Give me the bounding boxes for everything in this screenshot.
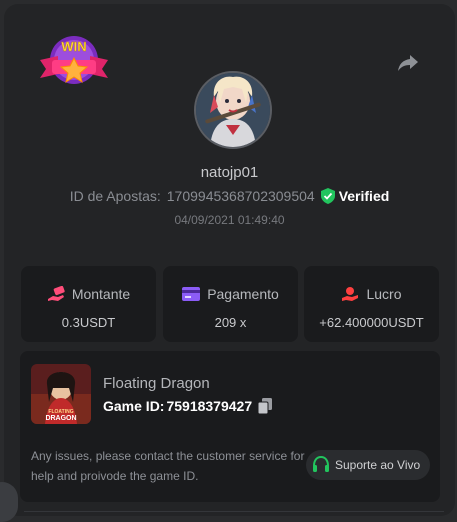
avatar — [194, 71, 272, 149]
verified-label: Verified — [338, 188, 390, 204]
card-icon — [182, 287, 201, 301]
support-label: Suporte ao Vivo — [335, 458, 421, 472]
thumb-subtitle: DRAGON — [45, 415, 76, 422]
share-button[interactable] — [396, 50, 422, 76]
stat-value: 0.3USDT — [61, 315, 116, 330]
game-thumbnail[interactable]: FLOATING DRAGON — [31, 364, 91, 424]
copy-button[interactable] — [258, 398, 273, 414]
stat-label: Lucro — [366, 286, 402, 302]
timestamp: 04/09/2021 01:49:40 — [174, 213, 285, 227]
money-hand-icon — [47, 286, 65, 301]
game-id-label: Game ID: — [103, 398, 165, 414]
profit-hand-icon — [342, 287, 359, 301]
verified-badge: Verified — [320, 188, 390, 204]
stat-card-lucro: Lucro +62.400000USDT — [304, 266, 439, 342]
game-name: Floating Dragon — [103, 375, 210, 392]
share-icon — [398, 55, 418, 71]
bet-details-panel: WIN natojp01 ID de Apostas: 170994536870… — [4, 4, 455, 516]
win-badge-text: WIN — [61, 39, 86, 54]
stat-label: Montante — [71, 286, 131, 302]
game-id-row: Game ID: 75918379427 — [103, 398, 273, 414]
live-support-button[interactable]: Suporte ao Vivo — [306, 450, 431, 480]
bet-id-label: ID de Apostas: — [69, 188, 161, 204]
username: natojp01 — [200, 164, 259, 181]
headset-icon — [313, 456, 329, 472]
game-card: FLOATING DRAGON Floating Dragon Game ID:… — [20, 351, 440, 502]
bet-id-row: ID de Apostas: 1709945368702309504 Verif… — [4, 188, 455, 204]
stat-card-pagamento: Pagamento 209 x — [163, 266, 298, 342]
help-text: Any issues, please contact the customer … — [31, 449, 305, 483]
divider — [24, 511, 444, 512]
stat-card-montante: Montante 0.3USDT — [21, 266, 156, 342]
bet-id-value: 1709945368702309504 — [166, 188, 315, 204]
stat-label: Pagamento — [207, 286, 279, 302]
shield-check-icon — [320, 188, 335, 204]
win-badge: WIN — [36, 30, 112, 96]
copy-icon — [258, 398, 273, 414]
stat-value: 209 x — [214, 315, 247, 330]
game-id-value: 75918379427 — [166, 398, 253, 414]
stat-value: +62.400000USDT — [319, 315, 424, 330]
